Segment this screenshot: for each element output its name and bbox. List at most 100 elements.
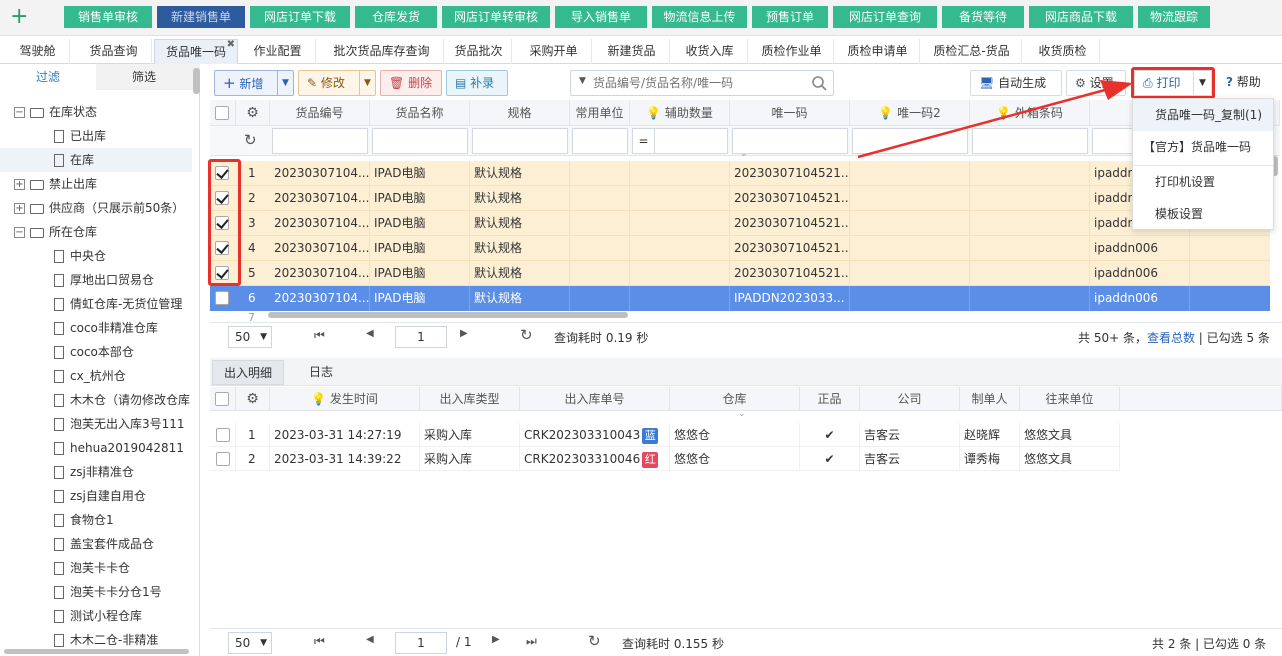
col-unique-code[interactable]: 唯一码 <box>730 100 850 126</box>
gear-icon[interactable]: ⚙ <box>236 100 270 126</box>
prev-page-icon[interactable]: ◀ <box>366 634 374 645</box>
filter-goods-name[interactable] <box>372 128 468 154</box>
add-shortcut-icon[interactable]: + <box>10 5 28 29</box>
chevron-down-icon[interactable]: ▼ <box>579 76 586 86</box>
tree-item[interactable]: 泡芙卡卡仓 <box>0 556 192 580</box>
tab-goods-unique-code[interactable]: 货品唯一码 ✖ <box>154 39 238 64</box>
tree-item[interactable]: 食物仓1 <box>0 508 192 532</box>
tree-scrollbar[interactable] <box>193 68 200 94</box>
table-row[interactable]: 4 20230307104... IPAD电脑 默认规格 20230307104521.… <box>210 236 1270 261</box>
collapse-icon[interactable]: − <box>14 227 25 238</box>
gear-icon[interactable]: ⚙ <box>236 387 270 411</box>
printer-settings[interactable]: 打印机设置 <box>1133 166 1273 198</box>
tab-batch-stock-query[interactable]: 批次货品库存查询 <box>320 39 444 64</box>
filter-spec[interactable] <box>472 128 568 154</box>
page-input[interactable]: 1 <box>395 326 447 348</box>
quick-warehouse-ship[interactable]: 仓库发货 <box>355 6 437 28</box>
quick-logistics-track[interactable]: 物流跟踪 <box>1138 6 1210 28</box>
tree-group[interactable]: − 在库状态 <box>0 100 192 124</box>
tree-item[interactable]: 木木仓（请勿修改仓库 <box>0 388 192 412</box>
print-template-official[interactable]: 【官方】货品唯一码 <box>1133 131 1273 163</box>
filter-box-barcode[interactable] <box>972 128 1088 154</box>
next-page-icon[interactable]: ▶ <box>460 328 468 339</box>
col-occur-time[interactable]: 💡 发生时间 <box>270 387 420 411</box>
operator-select[interactable]: = <box>633 129 655 153</box>
table-row[interactable]: 1 20230307104... IPAD电脑 默认规格 20230307104521.… <box>210 161 1270 186</box>
grid-hscrollbar[interactable] <box>268 312 628 318</box>
print-template-copy[interactable]: 货品唯一码_复制(1) <box>1133 99 1273 131</box>
col-unique-code-2[interactable]: 💡 唯一码2 <box>850 100 970 126</box>
tree-item[interactable]: coco非精准仓库 <box>0 316 192 340</box>
chevron-down-icon[interactable]: ▼ <box>359 71 375 95</box>
io-number[interactable]: CRK202303310043 <box>524 428 640 442</box>
add-button[interactable]: + 新增 ▼ <box>214 70 294 96</box>
tree-item[interactable]: 厚地出口贸易仓 <box>0 268 192 292</box>
tab-job-config[interactable]: 作业配置 <box>240 39 316 64</box>
row-checkbox[interactable] <box>216 428 230 442</box>
refresh-icon[interactable]: ↻ <box>520 326 533 344</box>
page-size-select[interactable]: 50 ▼ <box>228 632 272 654</box>
table-row[interactable]: 5 20230307104... IPAD电脑 默认规格 20230307104521.… <box>210 261 1270 286</box>
table-row[interactable]: 3 20230307104... IPAD电脑 默认规格 20230307104521.… <box>210 211 1270 236</box>
tab-filter[interactable]: 过滤 <box>0 64 96 90</box>
tree-item[interactable]: zsj非精准仓 <box>0 460 192 484</box>
col-goods-code[interactable]: 货品编号 <box>270 100 370 126</box>
tree-item[interactable]: 在库 <box>0 148 192 172</box>
tab-receive-qc[interactable]: 收货质检 <box>1026 39 1100 64</box>
col-io-type[interactable]: 出入库类型 <box>420 387 520 411</box>
template-settings[interactable]: 模板设置 <box>1133 198 1273 230</box>
auto-generate-button[interactable]: 🖥 自动生成 <box>970 70 1062 96</box>
col-goods-name[interactable]: 货品名称 <box>370 100 470 126</box>
tree-item[interactable]: 倩虹仓库-无货位管理 <box>0 292 192 316</box>
tab-in-out-detail[interactable]: 出入明细 <box>212 360 284 385</box>
settings-button[interactable]: ⚙ 设置 <box>1066 70 1126 96</box>
collapse-icon[interactable]: − <box>14 107 25 118</box>
prev-page-icon[interactable]: ◀ <box>366 328 374 339</box>
tree-item[interactable]: hehua2019042811 <box>0 436 192 460</box>
filter-unique-code-2[interactable] <box>852 128 968 154</box>
col-aux-qty[interactable]: 💡 辅助数量 <box>630 100 730 126</box>
col-unit[interactable]: 常用单位 <box>570 100 630 126</box>
filter-aux-qty[interactable]: = <box>632 128 728 154</box>
quick-import-sales[interactable]: 导入销售单 <box>555 6 647 28</box>
quick-presale[interactable]: 预售订单 <box>752 6 828 28</box>
tab-qc-summary[interactable]: 质检汇总-货品 <box>922 39 1022 64</box>
view-total-link[interactable]: 查看总数 <box>1147 331 1195 345</box>
first-page-icon[interactable]: ⏮ <box>314 328 325 343</box>
search-input[interactable] <box>593 73 803 93</box>
expand-icon[interactable]: + <box>14 203 25 214</box>
select-all-checkbox[interactable] <box>215 392 229 406</box>
tab-qc-apply[interactable]: 质检申请单 <box>836 39 920 64</box>
tab-goods-batch[interactable]: 货品批次 <box>446 39 512 64</box>
filter-goods-code[interactable] <box>272 128 368 154</box>
col-box-barcode[interactable]: 💡 外箱条码 <box>970 100 1090 126</box>
tab-goods-query[interactable]: 货品查询 <box>76 39 152 64</box>
page-size-select[interactable]: 50 ▼ <box>228 326 272 348</box>
tree-item[interactable]: 中央仓 <box>0 244 192 268</box>
io-number[interactable]: CRK202303310046 <box>524 452 640 466</box>
tree-item[interactable]: 测试小程仓库 <box>0 604 192 628</box>
tree-group[interactable]: + 供应商（只展示前50条） <box>0 196 192 220</box>
edit-button[interactable]: ✎ 修改 ▼ <box>298 70 376 96</box>
tab-new-goods[interactable]: 新建货品 <box>594 39 670 64</box>
tree-group[interactable]: − 所在仓库 <box>0 220 192 244</box>
delete-button[interactable]: 🗑 删除 <box>380 70 442 96</box>
replenish-button[interactable]: ▤ 补录 <box>446 70 508 96</box>
page-input[interactable]: 1 <box>395 632 447 654</box>
chevron-down-icon[interactable]: ▼ <box>277 71 293 95</box>
tree-item[interactable]: 泡芙卡卡分仓1号 <box>0 580 192 604</box>
tree-item[interactable]: 泡芙无出入库3号111 <box>0 412 192 436</box>
refresh-icon[interactable]: ↻ <box>244 131 257 149</box>
next-page-icon[interactable]: ▶ <box>492 634 500 645</box>
refresh-icon[interactable]: ↻ <box>588 632 601 650</box>
tab-purchase-order[interactable]: 采购开单 <box>516 39 592 64</box>
quick-logistics-upload[interactable]: 物流信息上传 <box>652 6 747 28</box>
table-row[interactable]: 6 20230307104... IPAD电脑 默认规格 IPADDN2023033..… <box>210 286 1270 311</box>
row-checkbox[interactable] <box>216 452 230 466</box>
table-row[interactable]: 2 20230307104... IPAD电脑 默认规格 20230307104521.… <box>210 186 1270 211</box>
quick-stock-wait[interactable]: 备货等待 <box>942 6 1024 28</box>
select-all-checkbox[interactable] <box>215 106 229 120</box>
tab-cockpit[interactable]: 驾驶舱 <box>6 39 70 64</box>
tree-item[interactable]: coco本部仓 <box>0 340 192 364</box>
tab-qc-job[interactable]: 质检作业单 <box>750 39 834 64</box>
